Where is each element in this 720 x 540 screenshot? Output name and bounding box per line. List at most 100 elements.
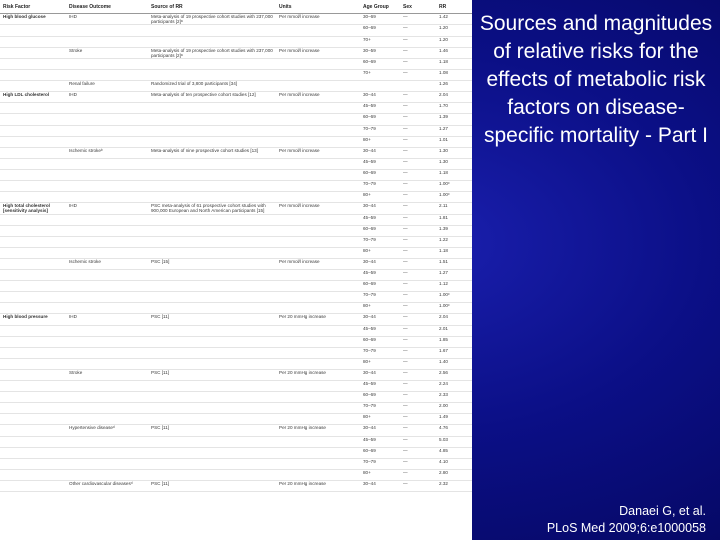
table-row: 60–69—1.39 xyxy=(0,113,472,126)
cell-risk-factor xyxy=(0,458,66,470)
cell-age-group: 80+ xyxy=(360,469,400,481)
table-row: High blood glucose IHD Meta-analysis of 19… xyxy=(0,13,472,26)
cell-risk-factor xyxy=(0,47,66,60)
cell-source xyxy=(148,180,276,193)
cell-sex: — xyxy=(400,469,436,481)
cell-disease-outcome xyxy=(66,336,148,348)
cell-age-group: 60–69 xyxy=(360,447,400,459)
cell-age-group: 70–79 xyxy=(360,347,400,359)
table-row: 45–59—2.24 xyxy=(0,380,472,393)
cell-units xyxy=(276,302,360,315)
cell-risk-factor xyxy=(0,391,66,404)
cell-disease-outcome xyxy=(66,191,148,204)
header-source-of-rr: Source of RR xyxy=(148,0,276,14)
cell-sex: — xyxy=(400,24,436,37)
cell-source xyxy=(148,191,276,204)
cell-age-group: 45–59 xyxy=(360,102,400,115)
cell-disease-outcome: Ischemic strokeᵇ xyxy=(66,147,148,159)
cell-risk-factor xyxy=(0,113,66,126)
cell-source: PSC [11] xyxy=(148,424,276,437)
cell-source xyxy=(148,391,276,404)
cell-disease-outcome: IHD xyxy=(66,202,148,215)
cell-source: Meta-analysis of ten prospective cohort … xyxy=(148,91,276,104)
cell-age-group: 45–59 xyxy=(360,214,400,226)
cell-risk-factor xyxy=(0,447,66,459)
cell-age-group: 30–44 xyxy=(360,480,400,492)
cell-age-group: 30–44 xyxy=(360,91,400,104)
cell-sex: — xyxy=(400,102,436,115)
cell-risk-factor xyxy=(0,280,66,293)
cell-units xyxy=(276,325,360,337)
cell-risk-factor xyxy=(0,469,66,481)
table-row: 70–79—4.10 xyxy=(0,458,472,470)
cell-risk-factor xyxy=(0,80,66,93)
cell-sex: — xyxy=(400,413,436,426)
cell-rr: 1.46 xyxy=(436,47,472,60)
cell-units xyxy=(276,36,360,48)
cell-units xyxy=(276,280,360,293)
cell-units: Per mmol/l increase xyxy=(276,147,360,159)
cell-age-group: 70–79 xyxy=(360,180,400,193)
cell-rr: 2.01 xyxy=(436,325,472,337)
cell-sex: — xyxy=(400,458,436,470)
cell-units xyxy=(276,402,360,415)
cell-rr: 1.39 xyxy=(436,113,472,126)
cell-sex: — xyxy=(400,13,436,26)
slide-title: Sources and magnitudes of relative risks… xyxy=(479,12,713,147)
cell-rr: 2.56 xyxy=(436,369,472,382)
cell-units xyxy=(276,125,360,137)
cell-disease-outcome: IHD xyxy=(66,313,148,326)
cell-sex: — xyxy=(400,47,436,60)
cell-disease-outcome xyxy=(66,302,148,315)
cell-risk-factor xyxy=(0,247,66,260)
cell-risk-factor xyxy=(0,436,66,448)
table-row: 60–69—4.85 xyxy=(0,447,472,459)
cell-disease-outcome xyxy=(66,347,148,359)
cell-source xyxy=(148,136,276,148)
cell-disease-outcome xyxy=(66,69,148,82)
cell-age-group: 80+ xyxy=(360,413,400,426)
table-row: 70–79—1.67 xyxy=(0,347,472,359)
cell-source xyxy=(148,302,276,315)
cell-risk-factor xyxy=(0,413,66,426)
cell-source xyxy=(148,436,276,448)
cell-sex: — xyxy=(400,136,436,148)
cell-age-group: 80+ xyxy=(360,191,400,204)
cell-age-group: 70–79 xyxy=(360,402,400,415)
table-row: 45–59—2.01 xyxy=(0,325,472,337)
cell-disease-outcome xyxy=(66,236,148,248)
cell-rr: 1.08 xyxy=(436,69,472,82)
cell-age-group: 70+ xyxy=(360,69,400,82)
header-disease-outcome: Disease Outcome xyxy=(66,0,148,14)
table-row: High LDL cholesterol IHD Meta-analysis of … xyxy=(0,91,472,104)
cell-rr: 1.18 xyxy=(436,247,472,260)
cell-units xyxy=(276,180,360,193)
cell-sex: — xyxy=(400,58,436,71)
table-row: 70+ —1.20 xyxy=(0,36,472,48)
cell-source xyxy=(148,402,276,415)
cell-source xyxy=(148,447,276,459)
cell-age-group: 30–44 xyxy=(360,147,400,159)
cell-rr: 2.24 xyxy=(436,380,472,393)
cell-age-group: 30–59 xyxy=(360,47,400,60)
cell-sex: — xyxy=(400,325,436,337)
cell-units: Per 20 mmHg increase xyxy=(276,424,360,437)
table-row: 60–69—1.18 xyxy=(0,169,472,182)
cell-disease-outcome xyxy=(66,225,148,237)
cell-age-group: 70+ xyxy=(360,36,400,48)
cell-age-group: 70–79 xyxy=(360,291,400,304)
cell-sex: — xyxy=(400,91,436,104)
cell-age-group: 45–59 xyxy=(360,436,400,448)
cell-source: Meta-analysis of 19 prospective cohort s… xyxy=(148,13,276,26)
cell-source xyxy=(148,325,276,337)
cell-risk-factor xyxy=(0,169,66,182)
cell-disease-outcome: IHD xyxy=(66,13,148,26)
cell-units xyxy=(276,447,360,459)
cell-age-group: 30–44 xyxy=(360,313,400,326)
cell-sex: — xyxy=(400,158,436,170)
cell-age-group: 60–69 xyxy=(360,280,400,293)
cell-units xyxy=(276,80,360,93)
cell-sex: — xyxy=(400,225,436,237)
cell-disease-outcome xyxy=(66,402,148,415)
cell-sex: — xyxy=(400,202,436,215)
